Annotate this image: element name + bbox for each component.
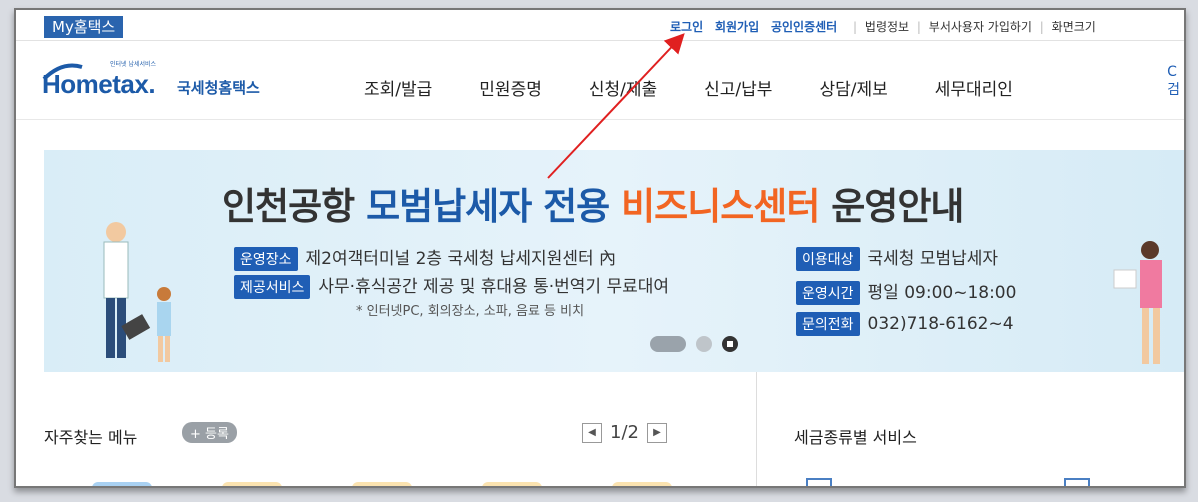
browser-frame: My홈택스 로그인 회원가입 공인인증센터 | 법령정보 | 부서사용자 가입하… [14,8,1186,488]
annotation-arrow-icon [547,33,685,179]
